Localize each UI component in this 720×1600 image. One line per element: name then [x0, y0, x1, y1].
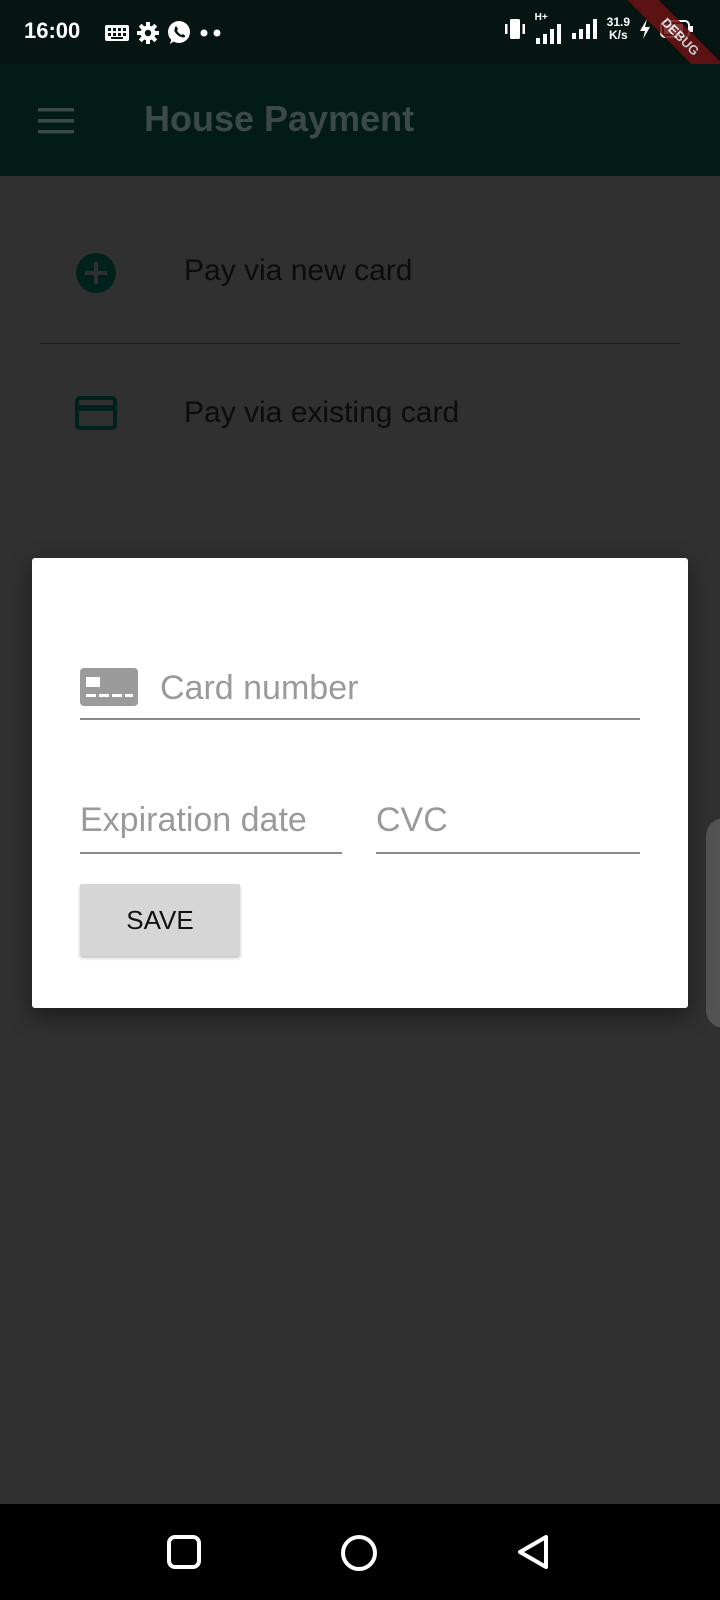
gear-icon [137, 22, 159, 44]
back-triangle-icon [518, 1535, 548, 1569]
back-button[interactable] [516, 1534, 552, 1575]
credit-card-icon [75, 396, 117, 430]
cvc-input[interactable] [376, 798, 640, 842]
card-number-input[interactable] [160, 666, 630, 710]
side-panel-handle[interactable] [706, 818, 720, 1028]
status-time: 16:00 [24, 18, 81, 43]
keyboard-icon [105, 25, 129, 41]
status-bar: 16:00 H+ 31.9 K/s DEBUG [0, 0, 720, 102]
recents-button[interactable] [166, 1534, 202, 1575]
more-dots-icon [200, 29, 221, 37]
menu-icon [38, 108, 74, 134]
expiration-date-input[interactable] [80, 798, 342, 842]
expiration-date-field [80, 790, 342, 854]
home-button[interactable] [340, 1534, 378, 1577]
whatsapp-icon [168, 21, 190, 44]
status-left-icons [104, 20, 224, 46]
circle-icon [341, 1535, 377, 1571]
vibrate-icon [504, 19, 525, 39]
signal-icon [571, 19, 597, 39]
menu-button[interactable] [38, 106, 74, 136]
cvc-field [376, 790, 640, 854]
list-item-pay-new-card[interactable]: Pay via new card [0, 222, 720, 322]
divider [40, 343, 680, 344]
speed-unit: K/s [608, 28, 628, 42]
signal-icon [535, 24, 561, 44]
page-title: House Payment [144, 98, 415, 139]
credit-card-icon [80, 668, 138, 706]
square-icon [167, 1535, 201, 1569]
navigation-bar [0, 1504, 720, 1600]
network-type-label: H+ [534, 12, 548, 23]
card-dialog: SAVE [32, 558, 688, 1008]
save-button[interactable]: SAVE [80, 884, 240, 956]
app-bar: House Payment [0, 64, 720, 176]
list-item-pay-existing-card[interactable]: Pay via existing card [0, 364, 720, 464]
signal-h-plus: H+ [535, 12, 563, 44]
card-number-field [80, 658, 640, 720]
list-item-label: Pay via new card [184, 254, 413, 287]
list-item-label: Pay via existing card [184, 396, 460, 429]
network-speed: 31.9 K/s [607, 16, 630, 42]
add-circle-icon [76, 253, 116, 293]
